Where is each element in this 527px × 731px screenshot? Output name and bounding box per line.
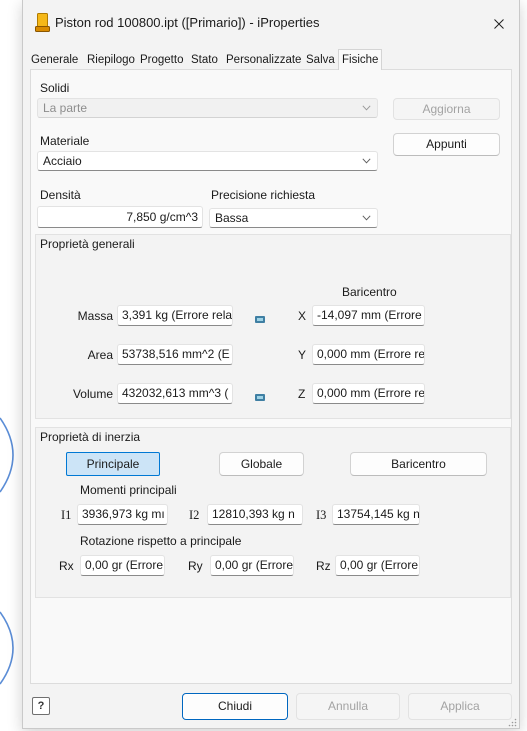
cancel-button[interactable]: Annulla	[296, 693, 400, 720]
rx-field[interactable]: 0,00 gr (Errore	[80, 555, 165, 576]
i3-field[interactable]: 13754,145 kg n	[332, 504, 420, 525]
part-file-icon	[35, 13, 50, 32]
density-field[interactable]: 7,850 g/cm^3	[37, 206, 203, 228]
material-dropdown[interactable]: Acciaio	[37, 151, 378, 171]
physical-tab-panel: Solidi La parte Aggiorna Materiale Appun…	[30, 69, 512, 684]
tab-personalizzate[interactable]: Personalizzate	[226, 51, 301, 69]
close-button[interactable]	[488, 14, 510, 34]
solids-value: La parte	[43, 101, 88, 115]
mass-label: Massa	[77, 309, 113, 323]
general-properties-title: Proprietà generali	[40, 237, 135, 251]
centroid-z-field[interactable]: 0,000 mm (Errore re	[312, 383, 425, 404]
area-label: Area	[87, 348, 113, 362]
centroid-x-label: X	[298, 309, 307, 323]
tab-progetto[interactable]: Progetto	[140, 51, 183, 69]
i1-label: I1	[61, 508, 72, 522]
material-label: Materiale	[40, 134, 90, 148]
apply-button[interactable]: Applica	[408, 693, 512, 720]
rx-label: Rx	[59, 559, 74, 573]
close-dialog-button[interactable]: Chiudi	[182, 693, 288, 720]
solids-dropdown[interactable]: La parte	[37, 98, 378, 118]
resize-grip-icon[interactable]	[507, 716, 517, 727]
principal-view-button[interactable]: Principale	[66, 452, 160, 476]
precision-dropdown[interactable]: Bassa	[209, 208, 378, 228]
volume-override-icon[interactable]	[255, 390, 265, 401]
principal-moments-label: Momenti principali	[80, 483, 177, 497]
background-arc-upper	[0, 417, 14, 493]
density-label: Densità	[40, 188, 81, 202]
centroid-z-label: Z	[298, 387, 306, 401]
tab-stato[interactable]: Stato	[191, 51, 218, 69]
solids-label: Solidi	[40, 81, 70, 95]
inertia-properties-group: Proprietà di inerzia Principale Globale …	[35, 427, 511, 598]
rz-field[interactable]: 0,00 gr (Errore	[335, 555, 420, 576]
rotation-label: Rotazione rispetto a principale	[80, 534, 242, 548]
tab-salva[interactable]: Salva	[306, 51, 335, 69]
precision-label: Precisione richiesta	[211, 188, 316, 202]
i1-field[interactable]: 3936,973 kg mı	[77, 504, 168, 525]
window-title: Piston rod 100800.ipt ([Primario]) - iPr…	[55, 15, 320, 30]
help-icon: ?	[37, 700, 45, 712]
update-button[interactable]: Aggiorna	[393, 98, 500, 120]
tab-fisiche[interactable]: Fisiche	[338, 49, 383, 70]
material-value: Acciaio	[43, 154, 82, 168]
mass-field[interactable]: 3,391 kg (Errore rela	[117, 305, 233, 326]
i2-label: I2	[189, 508, 200, 522]
centroid-y-label: Y	[298, 348, 307, 362]
tab-generale[interactable]: Generale	[31, 51, 78, 69]
volume-label: Volume	[72, 387, 113, 401]
chevron-down-icon	[362, 105, 371, 111]
centroid-x-field[interactable]: -14,097 mm (Errore	[312, 305, 425, 326]
chevron-down-icon	[362, 215, 371, 221]
i2-field[interactable]: 12810,393 kg n	[207, 504, 303, 525]
centroid-header: Baricentro	[342, 285, 397, 299]
ry-label: Ry	[188, 559, 203, 573]
general-properties-group: Proprietà generali Baricentro Massa 3,39…	[35, 234, 511, 419]
background-shape	[0, 417, 14, 685]
chevron-down-icon	[362, 158, 371, 164]
mass-override-icon[interactable]	[255, 312, 265, 323]
i3-label: I3	[316, 508, 327, 522]
volume-field[interactable]: 432032,613 mm^3 (	[117, 383, 233, 404]
precision-value: Bassa	[215, 211, 249, 225]
background-arc-lower	[0, 611, 14, 685]
area-field[interactable]: 53738,516 mm^2 (E	[117, 344, 233, 365]
iproperties-dialog: Piston rod 100800.ipt ([Primario]) - iPr…	[22, 0, 520, 729]
help-button[interactable]: ?	[32, 697, 50, 715]
clipboard-button[interactable]: Appunti	[393, 133, 500, 156]
rz-label: Rz	[316, 559, 331, 573]
centroid-view-button[interactable]: Baricentro	[350, 452, 487, 476]
centroid-y-field[interactable]: 0,000 mm (Errore re	[312, 344, 425, 365]
inertia-properties-title: Proprietà di inerzia	[40, 430, 141, 444]
title-bar[interactable]: Piston rod 100800.ipt ([Primario]) - iPr…	[23, 0, 519, 46]
close-icon	[494, 19, 504, 29]
tab-riepilogo[interactable]: Riepilogo	[87, 51, 135, 69]
tab-strip: Generale Riepilogo Progetto Stato Person…	[23, 48, 519, 70]
ry-field[interactable]: 0,00 gr (Errore	[210, 555, 294, 576]
global-view-button[interactable]: Globale	[219, 452, 304, 476]
